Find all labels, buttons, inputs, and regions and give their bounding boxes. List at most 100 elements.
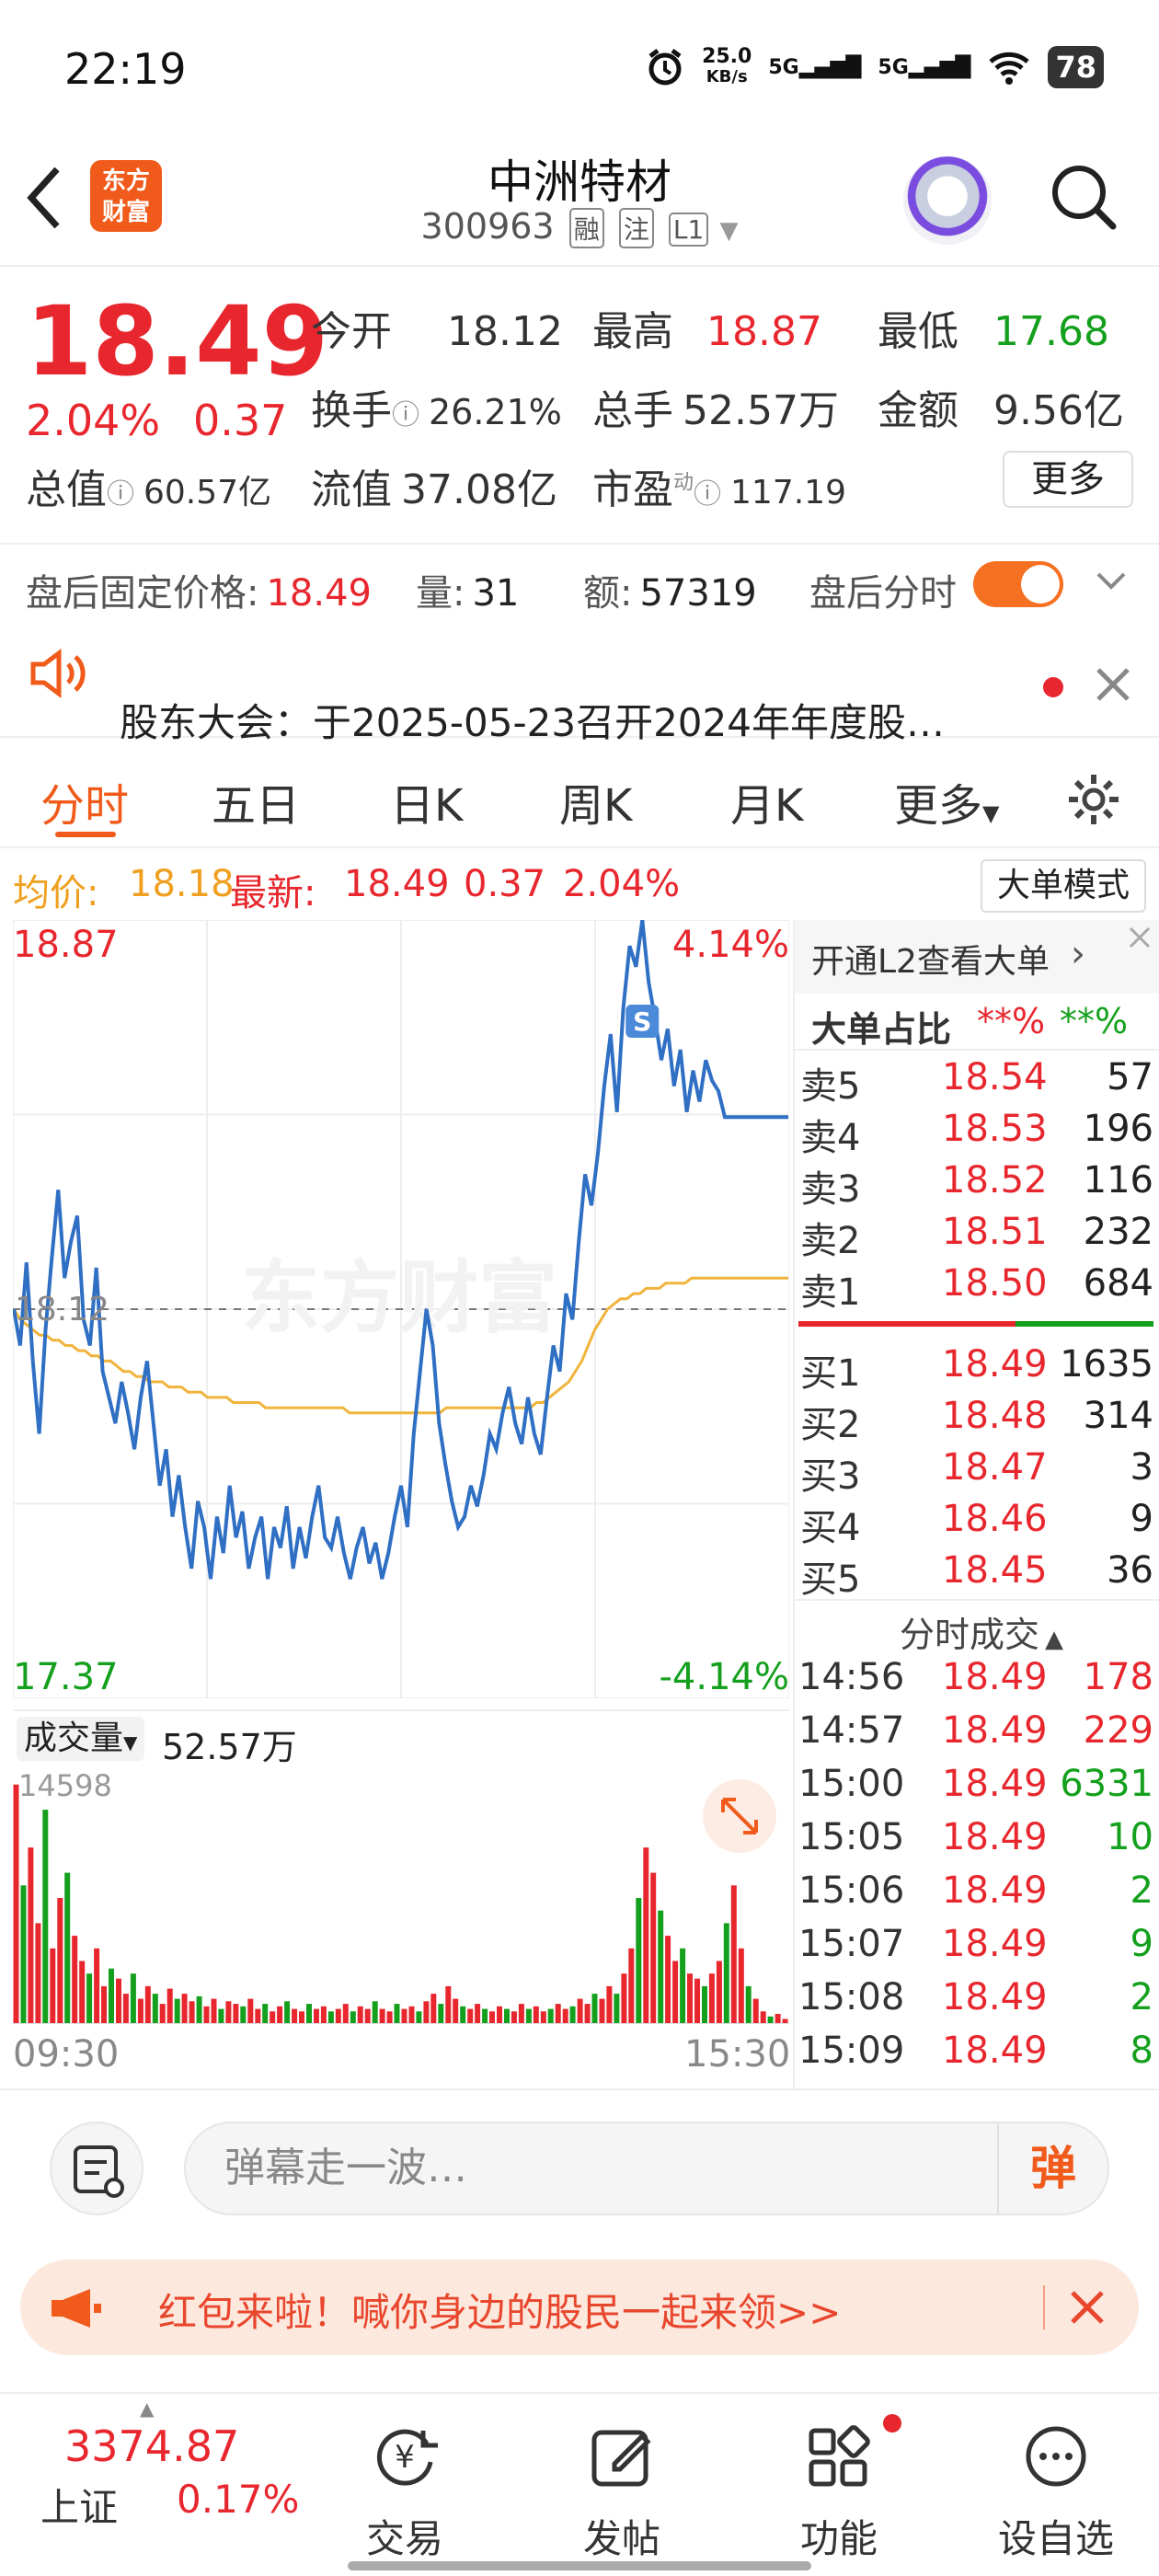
volume-bar	[636, 1898, 642, 2024]
danmaku-input[interactable]: 弹幕走一波… 弹	[184, 2122, 1109, 2215]
change-value: 0.37	[193, 396, 288, 445]
ask-qty: 57	[1107, 1056, 1153, 1098]
search-icon[interactable]	[1049, 162, 1119, 232]
volume-bar	[292, 2008, 298, 2024]
change-percent: 2.04%	[26, 396, 161, 445]
trade-price: 18.49	[942, 1656, 1048, 1698]
close-icon[interactable]	[1067, 2287, 1107, 2328]
volume-bar	[504, 2008, 510, 2024]
ask-price: 18.50	[942, 1262, 1048, 1305]
nav-add-watchlist[interactable]: 设自选	[964, 2394, 1148, 2576]
ask-price: 18.53	[942, 1108, 1048, 1150]
divider	[795, 1599, 1159, 1601]
volume-bar	[225, 2001, 232, 2024]
volume-bar	[94, 1948, 100, 2024]
open-label: 今开	[311, 308, 392, 355]
info-icon[interactable]: ⓘ	[107, 478, 134, 511]
y-max-label: 18.87	[13, 924, 119, 966]
ask-price: 18.54	[942, 1056, 1048, 1098]
bid-level: 买3	[800, 1455, 861, 1498]
nav-post[interactable]: 发帖	[530, 2394, 714, 2576]
tab-daily-k[interactable]: 日K	[390, 769, 463, 834]
tab-weekly-k[interactable]: 周K	[559, 769, 632, 834]
net-speed: 25.0 KB/s	[702, 47, 752, 87]
volume-bar	[650, 1872, 657, 2024]
volume-bar	[702, 1985, 707, 2024]
more-button[interactable]: 更多	[1003, 451, 1133, 508]
tab-more[interactable]: 更多▼	[894, 769, 999, 834]
bid-row: 买3 18.47 3	[795, 1446, 1153, 1498]
volume-bar	[511, 2011, 517, 2024]
danmaku-settings-button[interactable]	[50, 2122, 143, 2215]
ask-row: 卖2 18.51 232	[795, 1211, 1153, 1262]
volume-bar	[306, 2004, 312, 2024]
l2-promo[interactable]: 开通L2查看大单 ›	[795, 920, 1159, 994]
volume-bar	[299, 2011, 304, 2024]
volume-bar	[423, 2001, 430, 2024]
after-hours-toggle[interactable]	[973, 561, 1063, 607]
volume-bars	[13, 1784, 788, 2024]
volume-bar	[255, 2008, 261, 2024]
turnover-field: 换手ⓘ 26.21%	[311, 377, 562, 436]
pct-min-label: -4.14%	[659, 1656, 789, 1698]
volume-bar	[401, 2008, 407, 2024]
volume-bar	[166, 1988, 173, 2024]
volume-bar	[159, 2004, 166, 2024]
trade-qty: 2	[1130, 1869, 1153, 1912]
volume-bar	[460, 2006, 466, 2024]
assistant-robot-icon[interactable]	[903, 156, 992, 245]
bid-level: 买5	[800, 1558, 861, 1601]
gear-icon[interactable]	[1065, 771, 1122, 828]
volume-bar	[64, 1872, 71, 2024]
volume-chart[interactable]: 14598	[13, 1763, 789, 2024]
volume-selector[interactable]: 成交量▼	[17, 1717, 145, 1761]
tab-intraday[interactable]: 分时	[40, 769, 129, 834]
volume-bar	[152, 1994, 158, 2024]
after-hours-vol: 量: 31	[416, 563, 519, 616]
volume-bar	[730, 1885, 737, 2024]
tag-level: L1	[668, 213, 709, 247]
bid-price: 18.48	[942, 1395, 1048, 1437]
volume-bar	[416, 2011, 422, 2024]
bottom-nav: ▲ 3374.87 上证 0.17% ¥ 交易 发帖 功能 设自选	[0, 2392, 1159, 2576]
close-icon[interactable]	[1093, 664, 1133, 705]
volume-bar	[408, 2006, 415, 2024]
trade-row: 14:56 18.49 178	[795, 1656, 1153, 1709]
intraday-chart[interactable]: 东方财富 S 18.87 4.14% 18.12 17.37 -4.14%	[13, 920, 789, 1698]
danmaku-send-button[interactable]: 弹	[997, 2123, 1107, 2214]
index-ticker[interactable]: ▲ 3374.87 上证 0.17%	[0, 2394, 313, 2576]
trade-qty: 178	[1083, 1656, 1153, 1698]
big-order-mode-button[interactable]: 大单模式	[981, 859, 1146, 913]
volume-bar	[327, 2011, 334, 2024]
ask-level: 卖3	[800, 1168, 861, 1211]
danmaku-settings-icon	[74, 2145, 124, 2198]
volume-bar	[122, 1994, 129, 2024]
info-icon[interactable]: ⓘ	[392, 399, 419, 431]
danmaku-send-label: 弹	[1030, 2142, 1076, 2195]
volume-bar	[658, 1910, 664, 2024]
close-icon[interactable]	[1126, 924, 1153, 951]
trade-row: 15:08 18.49 2	[795, 1976, 1153, 2030]
volume-bar	[745, 1985, 752, 2024]
notice-banner[interactable]: 股东大会：于2025-05-23召开2024年年度股…	[0, 626, 1159, 745]
red-packet-banner[interactable]: 红包来啦！喊你身边的股民一起来领>>	[20, 2260, 1139, 2355]
volume-bar	[116, 1978, 121, 2024]
chevron-down-icon[interactable]	[1095, 570, 1128, 592]
nav-functions[interactable]: 功能	[747, 2394, 931, 2576]
volume-value: 52.57万	[683, 387, 839, 434]
big-ratio-label: 大单占比	[811, 1009, 952, 1050]
home-indicator[interactable]	[348, 2561, 811, 2570]
info-icon[interactable]: ⓘ	[694, 478, 721, 511]
volume-bar	[218, 2008, 224, 2024]
volume-bar	[591, 1994, 598, 2024]
tab-monthly-k[interactable]: 月K	[730, 769, 803, 834]
nav-add-watchlist-label: 设自选	[997, 2516, 1114, 2561]
trade-time: 15:00	[798, 1763, 905, 1805]
volume-bar	[189, 2001, 195, 2024]
nav-trade[interactable]: ¥ 交易	[313, 2394, 497, 2576]
tab-five-day[interactable]: 五日	[212, 769, 300, 834]
bid-qty: 36	[1107, 1549, 1153, 1592]
trades-title[interactable]: 分时成交 ▲	[900, 1606, 1063, 1657]
trade-row: 14:57 18.49 229	[795, 1709, 1153, 1763]
volume-bar	[262, 2004, 269, 2024]
